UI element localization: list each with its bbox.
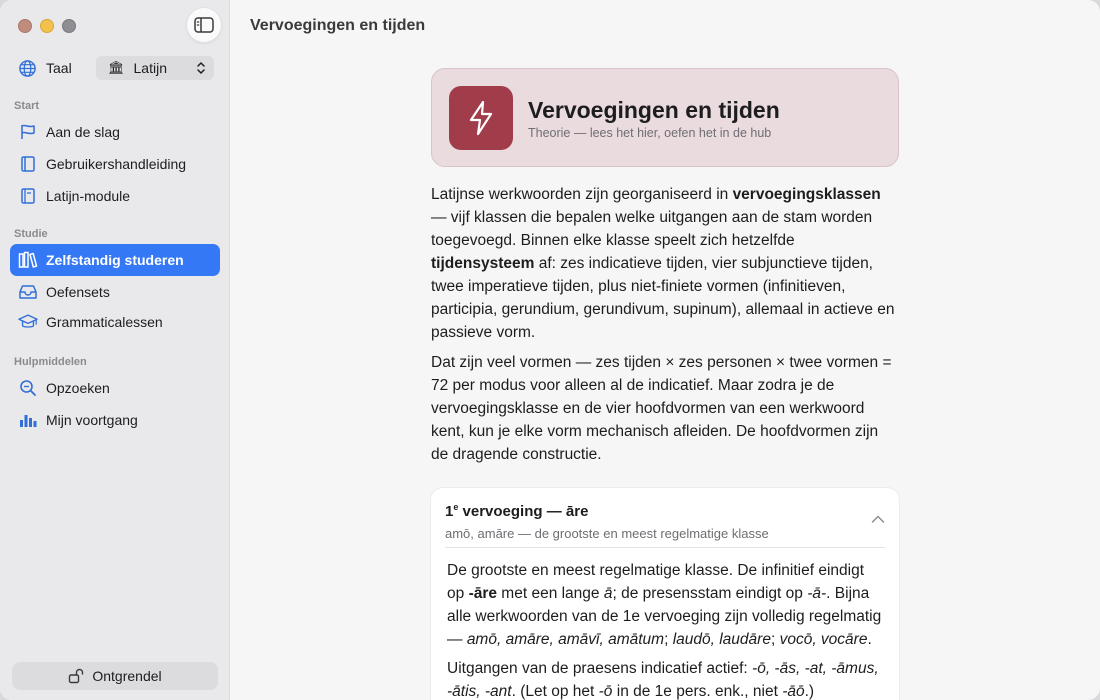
sidebar-item-label: Gebruikershandleiding: [46, 156, 187, 172]
sidebar-toggle-button[interactable]: [186, 7, 222, 43]
chevron-up-icon[interactable]: [871, 514, 885, 524]
flag-icon: [21, 124, 35, 139]
sidebar-item-oefensets[interactable]: Oefensets: [10, 276, 220, 308]
books-icon: [18, 251, 38, 268]
sidebar-item-gebruikershandleiding[interactable]: Gebruikershandleiding: [10, 148, 220, 180]
section-header-hulpmiddelen: Hulpmiddelen: [14, 356, 87, 368]
hero-subtitle: Theorie — lees het hier, oefen het in de…: [528, 126, 772, 140]
hero-title: Vervoegingen en tijden: [528, 97, 780, 123]
card-divider: [445, 547, 885, 548]
card-header[interactable]: 1e vervoeging — āre amō, amāre — de groo…: [445, 502, 769, 541]
sidebar-item-label: Opzoeken: [46, 380, 110, 396]
language-value: Latijn: [133, 60, 167, 76]
article: Vervoegingen en tijden Theorie — lees he…: [431, 68, 899, 700]
sidebar-item-label: Grammaticalessen: [46, 314, 163, 330]
tray-icon: [19, 285, 37, 299]
hero-banner: Vervoegingen en tijden Theorie — lees he…: [431, 68, 899, 167]
sidebar-item-grammaticalessen[interactable]: Grammaticalessen: [10, 306, 220, 338]
language-label: Taal: [46, 60, 72, 76]
sidebar-item-mijn-voortgang[interactable]: Mijn voortgang: [10, 404, 220, 436]
sidebar-item-label: Aan de slag: [46, 124, 120, 140]
sidebar-item-label: Latijn-module: [46, 188, 131, 204]
app-window: Taal 🏛 Latijn Start Aan de slag Gebruike…: [0, 0, 1100, 700]
intro-paragraph-1: Latijnse werkwoorden zijn georganiseerd …: [431, 186, 895, 341]
sidebar-toggle-icon: [194, 17, 214, 33]
lightning-icon: [469, 100, 493, 136]
card-paragraph-1: De grootste en meest regelmatige klasse.…: [447, 562, 882, 648]
page-title: Vervoegingen en tijden: [250, 17, 426, 34]
conjugation-card-1: 1e vervoeging — āre amō, amāre — de groo…: [431, 488, 899, 700]
section-header-start: Start: [14, 100, 40, 112]
sidebar: Taal 🏛 Latijn Start Aan de slag Gebruike…: [0, 0, 230, 700]
globe-icon: [19, 59, 36, 77]
unlock-label: Ontgrendel: [92, 668, 162, 684]
magnifier-icon: [20, 380, 36, 396]
window-controls: [18, 19, 76, 33]
sidebar-item-zelfstandig-studeren[interactable]: Zelfstandig studeren: [10, 244, 220, 276]
card-title: 1e vervoeging — āre: [445, 502, 589, 520]
section-header-studie: Studie: [14, 228, 48, 240]
sidebar-item-aan-de-slag[interactable]: Aan de slag: [10, 116, 220, 148]
main-pane: Vervoegingen en tijden Vervoegingen en t…: [231, 0, 1100, 700]
book-icon: [21, 156, 35, 172]
sidebar-item-latijn-module[interactable]: Latijn-module: [10, 180, 220, 212]
language-flag-icon: 🏛: [108, 60, 125, 75]
card-subtitle: amō, amāre — de grootste en meest regelm…: [445, 526, 769, 541]
sidebar-item-label: Mijn voortgang: [46, 412, 138, 428]
language-row: Taal 🏛 Latijn: [18, 56, 214, 80]
unlock-icon: [69, 668, 84, 684]
unlock-button[interactable]: Ontgrendel: [12, 662, 218, 690]
card-body: De grootste en meest regelmatige klasse.…: [447, 559, 885, 700]
zoom-window-button[interactable]: [62, 19, 76, 33]
card-paragraph-2: Uitgangen van de praesens indicatief act…: [447, 660, 879, 700]
minimize-window-button[interactable]: [40, 19, 54, 33]
hero-icon-tile: [449, 86, 513, 150]
sidebar-item-label: Oefensets: [46, 284, 110, 300]
intro-paragraph-2: Dat zijn veel vormen — zes tijden × zes …: [431, 354, 892, 463]
bar-chart-icon: [20, 415, 37, 427]
close-window-button[interactable]: [18, 19, 32, 33]
book-closed-icon: [21, 188, 35, 204]
sidebar-item-opzoeken[interactable]: Opzoeken: [10, 372, 220, 404]
graduation-cap-icon: [18, 314, 38, 328]
language-select[interactable]: 🏛 Latijn: [96, 56, 214, 80]
up-down-chevron-icon: [197, 62, 205, 74]
sidebar-item-label: Zelfstandig studeren: [46, 252, 184, 268]
